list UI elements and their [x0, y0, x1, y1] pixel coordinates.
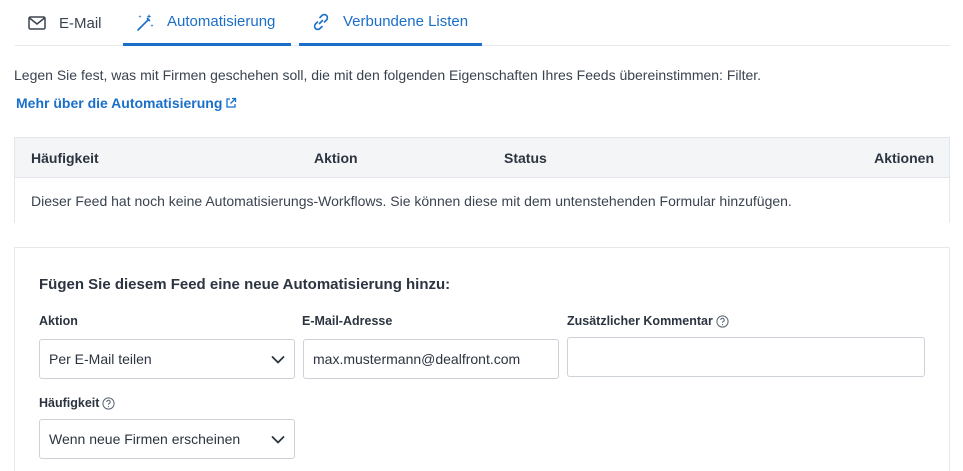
- comment-label: Zusätzlicher Kommentar: [567, 314, 729, 328]
- email-label: E-Mail-Adresse: [302, 314, 392, 328]
- frequency-label-text: Häufigkeit: [39, 396, 100, 410]
- chevron-down-icon: [270, 432, 286, 448]
- chevron-down-icon: [270, 352, 286, 368]
- tab-email[interactable]: E-Mail: [27, 0, 102, 46]
- column-haeufigkeit: Häufigkeit: [31, 150, 99, 166]
- help-icon[interactable]: [102, 396, 116, 410]
- comment-field[interactable]: [567, 337, 925, 377]
- tab-verbundene-listen-label: Verbundene Listen: [343, 13, 469, 30]
- tab-automatisierung-label: Automatisierung: [167, 13, 276, 30]
- action-label-text: Aktion: [39, 314, 78, 328]
- email-label-text: E-Mail-Adresse: [302, 314, 393, 328]
- automation-table: Häufigkeit Aktion Status Aktionen Dieser…: [14, 137, 950, 223]
- column-aktionen: Aktionen: [874, 150, 934, 166]
- form-title: Fügen Sie diesem Feed eine neue Automati…: [39, 276, 451, 293]
- more-about-automation-link[interactable]: Mehr über die Automatisierung: [16, 95, 237, 111]
- frequency-label: Häufigkeit: [39, 396, 116, 410]
- action-select-value: Per E-Mail teilen: [49, 351, 152, 367]
- tab-verbundene-listen[interactable]: Verbundene Listen: [299, 0, 482, 46]
- magic-wand-icon: [135, 12, 155, 32]
- add-automation-panel: Fügen Sie diesem Feed eine neue Automati…: [14, 247, 950, 471]
- frequency-select-value: Wenn neue Firmen erscheinen: [49, 431, 241, 447]
- table-empty-message: Dieser Feed hat noch keine Automatisieru…: [31, 193, 792, 209]
- action-select[interactable]: Per E-Mail teilen: [39, 339, 295, 379]
- comment-label-text: Zusätzlicher Kommentar: [567, 314, 713, 328]
- column-aktion: Aktion: [314, 150, 358, 166]
- action-label: Aktion: [39, 314, 78, 328]
- tab-bar: E-Mail Automatisierung Verbundene Listen: [15, 0, 950, 46]
- column-status: Status: [504, 150, 547, 166]
- email-field-value: max.mustermann@dealfront.com: [313, 351, 521, 367]
- frequency-select[interactable]: Wenn neue Firmen erscheinen: [39, 419, 295, 459]
- help-icon[interactable]: [716, 314, 729, 328]
- email-field[interactable]: max.mustermann@dealfront.com: [303, 339, 559, 379]
- more-link-label: Mehr über die Automatisierung: [16, 95, 223, 111]
- table-header: Häufigkeit Aktion Status Aktionen: [15, 138, 949, 178]
- link-icon: [311, 12, 331, 32]
- tab-automatisierung[interactable]: Automatisierung: [123, 0, 291, 46]
- intro-text: Legen Sie fest, was mit Firmen geschehen…: [14, 67, 762, 83]
- envelope-icon: [27, 13, 47, 33]
- tab-email-label: E-Mail: [59, 14, 102, 32]
- external-link-icon: [225, 97, 237, 109]
